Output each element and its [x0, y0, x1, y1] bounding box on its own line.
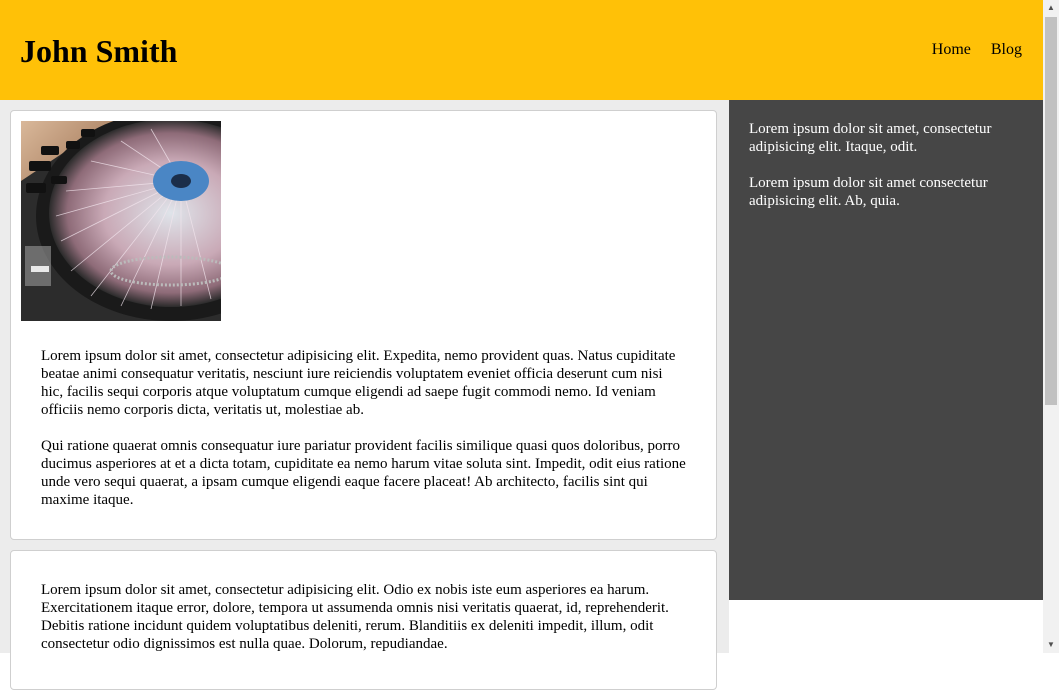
scroll-up-arrow-icon[interactable]: ▲ — [1043, 0, 1059, 16]
post-paragraph: Lorem ipsum dolor sit amet, consectetur … — [41, 582, 669, 652]
post-paragraph: Qui ratione quaerat omnis consequatur iu… — [41, 438, 686, 508]
turntable-photo — [21, 121, 221, 321]
post-paragraph: Lorem ipsum dolor sit amet, consectetur … — [41, 348, 676, 418]
post-card: Lorem ipsum dolor sit amet, consectetur … — [10, 550, 717, 690]
post-body: Lorem ipsum dolor sit amet, consectetur … — [11, 581, 716, 671]
nav-link-blog[interactable]: Blog — [991, 40, 1022, 60]
scrollbar-thumb[interactable] — [1045, 17, 1057, 405]
nav-link-home[interactable]: Home — [932, 40, 971, 60]
site-title: John Smith — [20, 33, 178, 69]
sidebar: Lorem ipsum dolor sit amet, consectetur … — [729, 100, 1043, 600]
sidebar-paragraph: Lorem ipsum dolor sit amet consectetur a… — [749, 175, 988, 209]
site-header: John Smith Home Blog — [0, 0, 1043, 100]
main-content: Lorem ipsum dolor sit amet, consectetur … — [0, 100, 729, 690]
sidebar-paragraph: Lorem ipsum dolor sit amet, consectetur … — [749, 121, 992, 155]
main-nav: Home Blog — [932, 40, 1022, 60]
post-card: Lorem ipsum dolor sit amet, consectetur … — [10, 110, 717, 540]
vertical-scrollbar[interactable]: ▲ ▼ — [1043, 0, 1059, 653]
post-body: Lorem ipsum dolor sit amet, consectetur … — [11, 347, 716, 527]
scroll-down-arrow-icon[interactable]: ▼ — [1043, 637, 1059, 653]
